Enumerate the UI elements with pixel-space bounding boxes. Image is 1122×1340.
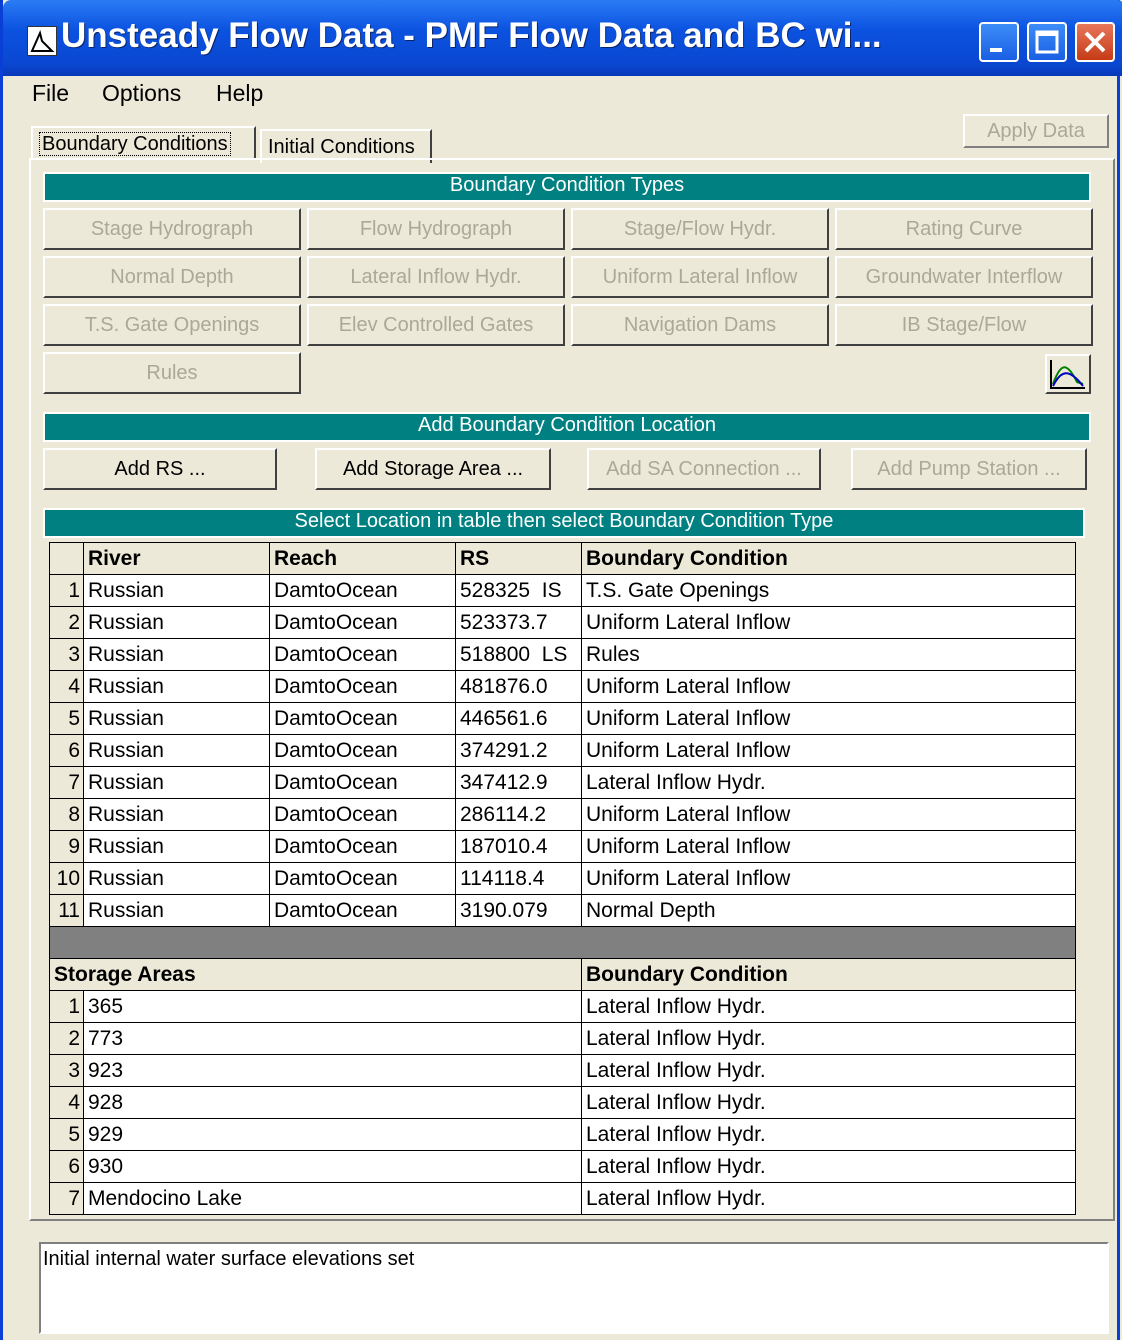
- groundwater-interflow-button[interactable]: Groundwater Interflow: [835, 256, 1093, 298]
- window-title: Unsteady Flow Data - PMF Flow Data and B…: [61, 16, 882, 55]
- corner-cell: [49, 542, 84, 575]
- status-text: Initial internal water surface elevation…: [39, 1242, 1109, 1334]
- table-row[interactable]: 2 Russian DamtoOcean 523373.7 Uniform Latera…: [49, 606, 1076, 639]
- normal-depth-button[interactable]: Normal Depth: [43, 256, 301, 298]
- add-location-header: Add Boundary Condition Location: [43, 412, 1091, 442]
- table-separator: [49, 926, 1076, 959]
- storage-row[interactable]: 6 930 Lateral Inflow Hydr.: [49, 1150, 1076, 1183]
- bc-types-header: Boundary Condition Types: [43, 172, 1091, 202]
- menu-help[interactable]: Help: [216, 80, 263, 107]
- table-row[interactable]: 8 Russian DamtoOcean 286114.2 Uniform Latera…: [49, 798, 1076, 831]
- main-window: Unsteady Flow Data - PMF Flow Data and B…: [0, 0, 1122, 1340]
- storage-header-row: Storage Areas Boundary Condition: [49, 958, 1076, 991]
- table-header-row: River Reach RS Boundary Condition: [49, 542, 1076, 575]
- menu-options[interactable]: Options: [102, 80, 181, 107]
- table-row[interactable]: 5 Russian DamtoOcean 446561.6 Uniform Latera…: [49, 702, 1076, 735]
- storage-row[interactable]: 4 928 Lateral Inflow Hydr.: [49, 1086, 1076, 1119]
- storage-row[interactable]: 1 365 Lateral Inflow Hydr.: [49, 990, 1076, 1023]
- storage-row[interactable]: 5 929 Lateral Inflow Hydr.: [49, 1118, 1076, 1151]
- add-storage-area-button[interactable]: Add Storage Area ...: [315, 448, 551, 490]
- apply-data-button[interactable]: Apply Data: [963, 114, 1109, 148]
- rules-button[interactable]: Rules: [43, 352, 301, 394]
- title-bar[interactable]: Unsteady Flow Data - PMF Flow Data and B…: [3, 0, 1122, 76]
- col-rs: RS: [455, 542, 582, 575]
- table-row[interactable]: 9 Russian DamtoOcean 187010.4 Uniform Latera…: [49, 830, 1076, 863]
- ib-stage-flow-button[interactable]: IB Stage/Flow: [835, 304, 1093, 346]
- bc-location-table: River Reach RS Boundary Condition 1 Russi…: [49, 542, 1076, 1215]
- table-row[interactable]: 10 Russian DamtoOcean 114118.4 Uniform Later…: [49, 862, 1076, 895]
- col-boundary-condition: Boundary Condition: [581, 542, 1076, 575]
- tab-label: Boundary Conditions: [39, 132, 231, 156]
- storage-row[interactable]: 2 773 Lateral Inflow Hydr.: [49, 1022, 1076, 1055]
- add-pump-station-button[interactable]: Add Pump Station ...: [851, 448, 1087, 490]
- table-row[interactable]: 11 Russian DamtoOcean 3190.079 Normal Depth: [49, 894, 1076, 927]
- col-storage-areas: Storage Areas: [49, 958, 582, 991]
- flow-hydrograph-button[interactable]: Flow Hydrograph: [307, 208, 565, 250]
- minimize-icon[interactable]: [979, 22, 1019, 62]
- navigation-dams-button[interactable]: Navigation Dams: [571, 304, 829, 346]
- table-row[interactable]: 3 Russian DamtoOcean 518800 LS Rules: [49, 638, 1076, 671]
- table-row[interactable]: 6 Russian DamtoOcean 374291.2 Uniform Latera…: [49, 734, 1076, 767]
- plot-icon[interactable]: [1045, 354, 1091, 394]
- lateral-inflow-hydr-button[interactable]: Lateral Inflow Hydr.: [307, 256, 565, 298]
- storage-row[interactable]: 3 923 Lateral Inflow Hydr.: [49, 1054, 1076, 1087]
- close-icon[interactable]: [1075, 22, 1115, 62]
- tab-boundary-conditions[interactable]: Boundary Conditions: [31, 126, 256, 160]
- menu-bar: File Options Help: [6, 76, 1120, 112]
- stage-flow-hydr-button[interactable]: Stage/Flow Hydr.: [571, 208, 829, 250]
- app-icon: [27, 26, 57, 56]
- elev-controlled-gates-button[interactable]: Elev Controlled Gates: [307, 304, 565, 346]
- menu-file[interactable]: File: [32, 80, 69, 107]
- add-rs-button[interactable]: Add RS ...: [43, 448, 277, 490]
- col-river: River: [83, 542, 270, 575]
- col-storage-boundary-condition: Boundary Condition: [581, 958, 1076, 991]
- col-reach: Reach: [269, 542, 456, 575]
- uniform-lateral-inflow-button[interactable]: Uniform Lateral Inflow: [571, 256, 829, 298]
- stage-hydrograph-button[interactable]: Stage Hydrograph: [43, 208, 301, 250]
- table-row[interactable]: 4 Russian DamtoOcean 481876.0 Uniform Latera…: [49, 670, 1076, 703]
- table-header: Select Location in table then select Bou…: [43, 508, 1085, 538]
- maximize-icon[interactable]: [1027, 22, 1067, 62]
- storage-row[interactable]: 7 Mendocino Lake Lateral Inflow Hydr.: [49, 1182, 1076, 1215]
- table-row[interactable]: 1 Russian DamtoOcean 528325 IS T.S. Gate Ope…: [49, 574, 1076, 607]
- rating-curve-button[interactable]: Rating Curve: [835, 208, 1093, 250]
- add-sa-connection-button[interactable]: Add SA Connection ...: [587, 448, 821, 490]
- table-row[interactable]: 7 Russian DamtoOcean 347412.9 Lateral Inflow…: [49, 766, 1076, 799]
- ts-gate-openings-button[interactable]: T.S. Gate Openings: [43, 304, 301, 346]
